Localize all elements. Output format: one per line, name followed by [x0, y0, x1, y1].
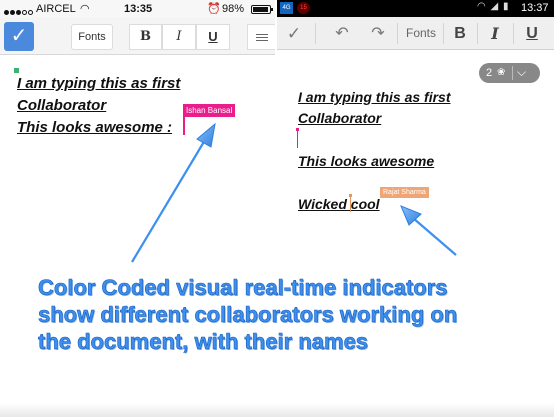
callout-line: the document, with their names [38, 329, 369, 355]
arrow-to-ios-tag [131, 122, 216, 263]
arrow-to-android-tag [400, 205, 457, 256]
callout-line: show different collaborators working on [38, 302, 458, 328]
callout-line: Color Coded visual real-time indicators [38, 275, 448, 301]
page-shadow-edge [0, 403, 554, 417]
annotation-callout: Color Coded visual real-time indicators … [38, 274, 538, 355]
